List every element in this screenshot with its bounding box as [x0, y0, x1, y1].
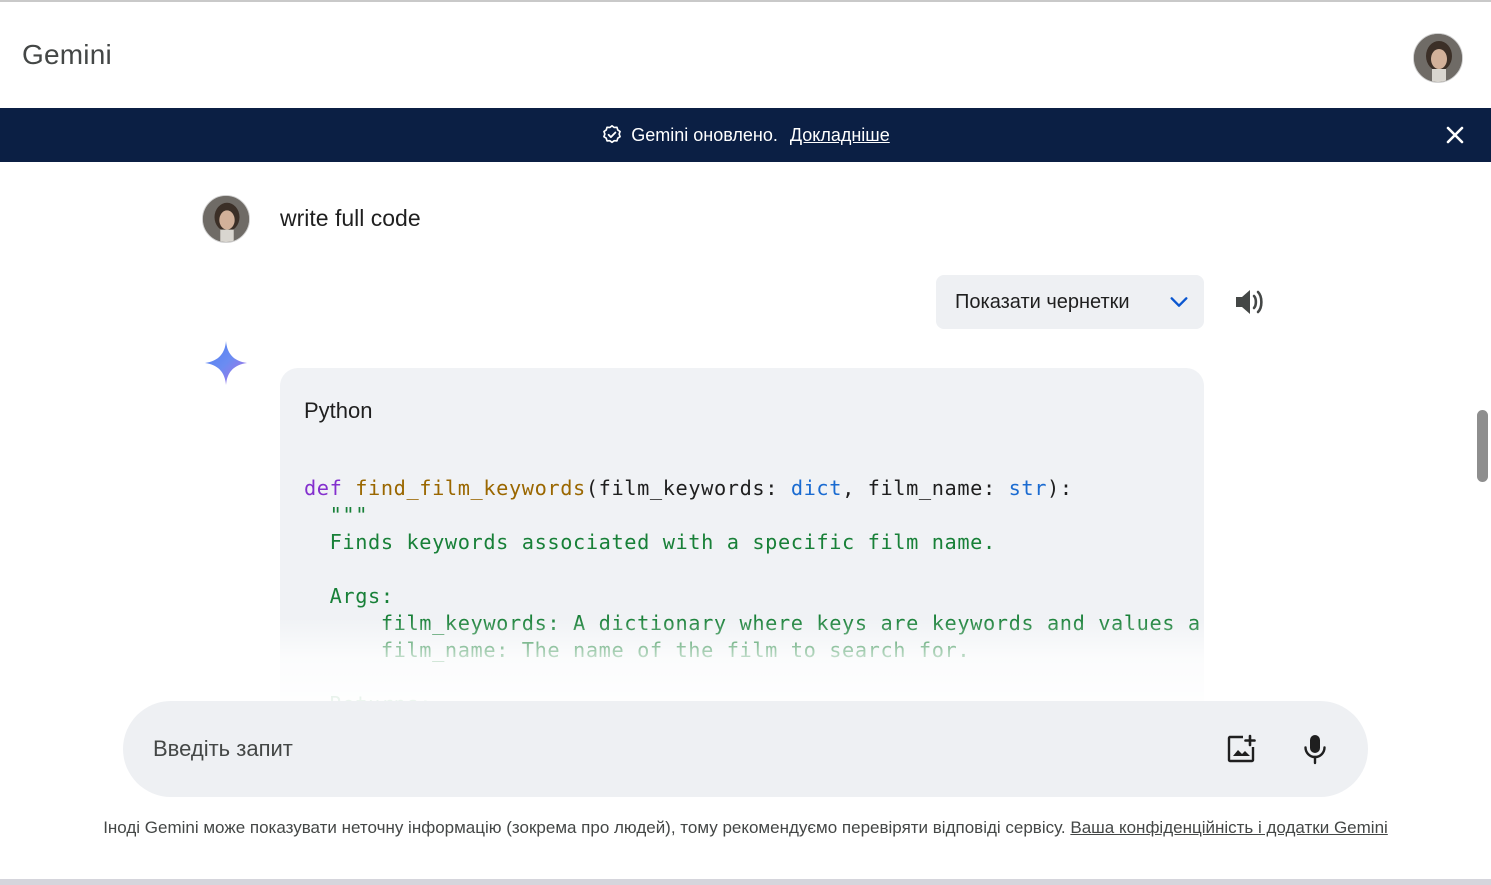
code-line: Args:	[304, 583, 1204, 610]
add-image-icon	[1227, 734, 1256, 763]
code-token: dict	[790, 476, 843, 500]
code-token: def	[304, 476, 356, 500]
chevron-down-icon	[1170, 297, 1188, 307]
scrollbar-thumb[interactable]	[1477, 410, 1488, 482]
show-drafts-label: Показати чернетки	[955, 290, 1130, 313]
prompt-input[interactable]: Введіть запит	[153, 736, 293, 762]
verified-badge-icon	[603, 125, 622, 144]
code-line: """	[304, 502, 1204, 529]
prompt-input-bar[interactable]: Введіть запит	[123, 701, 1368, 797]
learn-more-link[interactable]: Докладніше	[790, 125, 890, 146]
disclaimer-text: Іноді Gemini може показувати неточну інф…	[103, 818, 1071, 837]
account-avatar[interactable]	[1413, 33, 1463, 83]
show-drafts-button[interactable]: Показати чернетки	[936, 275, 1204, 329]
code-line: def find_film_keywords(film_keywords: di…	[304, 475, 1204, 502]
app-header: Gemini	[0, 2, 1491, 108]
code-token: find_film_keywords	[355, 476, 586, 500]
code-fade-overlay	[280, 618, 1204, 708]
code-token: ):	[1047, 476, 1073, 500]
upload-image-button[interactable]	[1225, 733, 1257, 770]
voice-input-button[interactable]	[1301, 733, 1329, 770]
banner-text: Gemini оновлено.	[631, 124, 778, 145]
disclaimer: Іноді Gemini може показувати неточну інф…	[60, 816, 1431, 840]
banner-close-button[interactable]	[1440, 120, 1470, 150]
code-token: Args:	[304, 584, 394, 608]
code-line: Finds keywords associated with a specifi…	[304, 529, 1204, 556]
speaker-icon	[1236, 290, 1263, 314]
read-aloud-button[interactable]	[1233, 287, 1265, 322]
code-block: Python def find_film_keywords(film_keywo…	[280, 368, 1204, 708]
microphone-icon	[1304, 735, 1326, 765]
code-token: """	[304, 503, 369, 527]
code-token: Finds keywords associated with a specifi…	[304, 530, 996, 554]
code-token: str	[1008, 476, 1048, 500]
user-message-avatar	[202, 195, 250, 243]
user-message-text: write full code	[280, 205, 421, 231]
window-bottom-border	[0, 879, 1491, 885]
code-token: , film_name:	[842, 476, 1009, 500]
user-photo-icon	[203, 196, 249, 242]
user-photo-icon	[1414, 34, 1462, 82]
code-language-label: Python	[304, 398, 373, 423]
update-banner: Gemini оновлено. Докладніше	[0, 108, 1491, 162]
code-token: (film_keywords:	[585, 476, 791, 500]
close-icon	[1446, 126, 1464, 144]
gemini-spark-icon	[204, 340, 248, 391]
app-title[interactable]: Gemini	[22, 39, 112, 71]
privacy-link[interactable]: Ваша конфіденційність і додатки Gemini	[1070, 818, 1387, 837]
